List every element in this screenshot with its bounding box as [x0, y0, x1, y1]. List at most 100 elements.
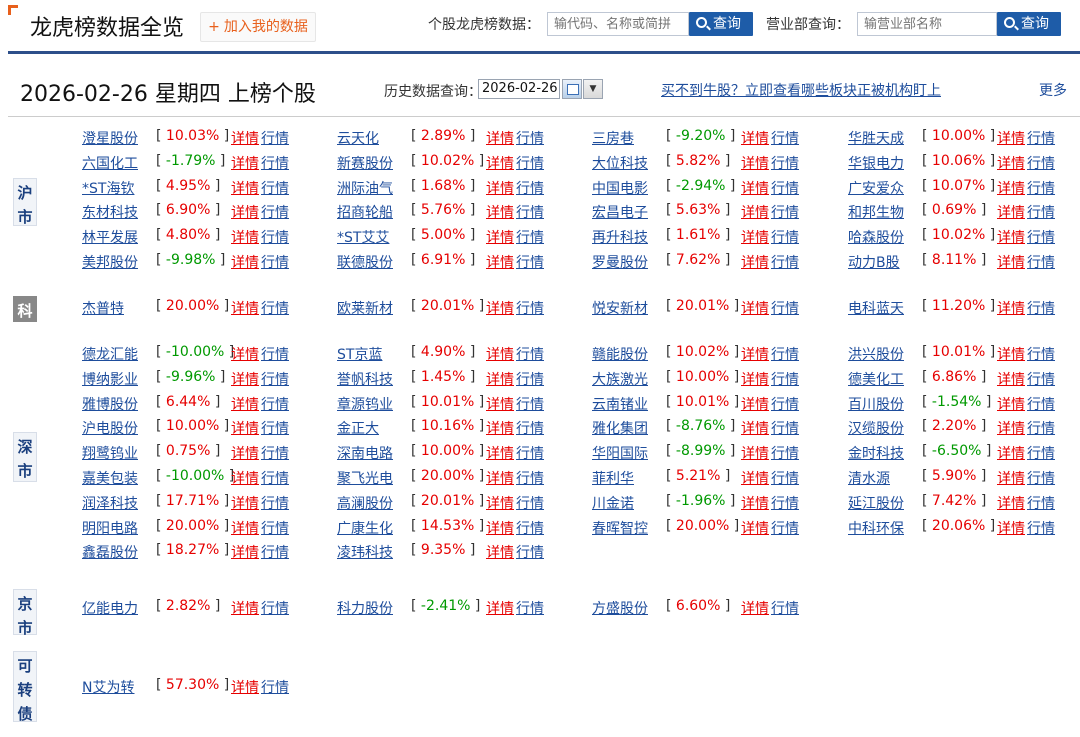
detail-link[interactable]: 详情: [486, 178, 514, 198]
detail-link[interactable]: 详情: [486, 443, 514, 463]
quote-link[interactable]: 行情: [771, 344, 799, 364]
quote-link[interactable]: 行情: [261, 677, 289, 697]
stock-name-link[interactable]: 深南电路: [337, 443, 393, 463]
detail-link[interactable]: 详情: [231, 518, 259, 538]
quote-link[interactable]: 行情: [771, 443, 799, 463]
detail-link[interactable]: 详情: [231, 153, 259, 173]
quote-link[interactable]: 行情: [771, 128, 799, 148]
quote-link[interactable]: 行情: [771, 468, 799, 488]
quote-link[interactable]: 行情: [261, 344, 289, 364]
detail-link[interactable]: 详情: [231, 418, 259, 438]
detail-link[interactable]: 详情: [741, 298, 769, 318]
stock-name-link[interactable]: 中科环保: [848, 518, 904, 538]
stock-name-link[interactable]: *ST海钦: [82, 178, 134, 198]
stock-name-link[interactable]: 方盛股份: [592, 598, 648, 618]
detail-link[interactable]: 详情: [231, 443, 259, 463]
stock-name-link[interactable]: 三房巷: [592, 128, 634, 148]
quote-link[interactable]: 行情: [516, 344, 544, 364]
stock-name-link[interactable]: 大族激光: [592, 369, 648, 389]
more-link[interactable]: 更多: [1039, 80, 1067, 100]
branch-query-button[interactable]: 查询: [997, 12, 1061, 36]
detail-link[interactable]: 详情: [486, 344, 514, 364]
quote-link[interactable]: 行情: [771, 202, 799, 222]
detail-link[interactable]: 详情: [486, 518, 514, 538]
stock-name-link[interactable]: 华阳国际: [592, 443, 648, 463]
detail-link[interactable]: 详情: [741, 418, 769, 438]
branch-search-input[interactable]: [857, 12, 997, 36]
stock-name-link[interactable]: 林平发展: [82, 227, 138, 247]
quote-link[interactable]: 行情: [516, 493, 544, 513]
detail-link[interactable]: 详情: [997, 252, 1025, 272]
chevron-down-icon[interactable]: ▼: [583, 79, 603, 99]
stock-name-link[interactable]: 杰普特: [82, 298, 124, 318]
stock-name-link[interactable]: ST京蓝: [337, 344, 382, 364]
stock-name-link[interactable]: 德龙汇能: [82, 344, 138, 364]
stock-name-link[interactable]: 中国电影: [592, 178, 648, 198]
detail-link[interactable]: 详情: [741, 468, 769, 488]
detail-link[interactable]: 详情: [231, 202, 259, 222]
history-date-input[interactable]: 2026-02-26: [478, 79, 560, 99]
stock-name-link[interactable]: 东材科技: [82, 202, 138, 222]
stock-name-link[interactable]: N艾为转: [82, 677, 134, 697]
quote-link[interactable]: 行情: [1027, 394, 1055, 414]
detail-link[interactable]: 详情: [486, 542, 514, 562]
stock-name-link[interactable]: 澄星股份: [82, 128, 138, 148]
stock-name-link[interactable]: 科力股份: [337, 598, 393, 618]
stock-name-link[interactable]: 罗曼股份: [592, 252, 648, 272]
quote-link[interactable]: 行情: [516, 394, 544, 414]
quote-link[interactable]: 行情: [516, 468, 544, 488]
quote-link[interactable]: 行情: [771, 227, 799, 247]
stock-name-link[interactable]: 鑫磊股份: [82, 542, 138, 562]
detail-link[interactable]: 详情: [231, 394, 259, 414]
detail-link[interactable]: 详情: [486, 468, 514, 488]
detail-link[interactable]: 详情: [741, 153, 769, 173]
quote-link[interactable]: 行情: [1027, 252, 1055, 272]
quote-link[interactable]: 行情: [516, 518, 544, 538]
detail-link[interactable]: 详情: [486, 369, 514, 389]
stock-name-link[interactable]: 嘉美包装: [82, 468, 138, 488]
detail-link[interactable]: 详情: [741, 443, 769, 463]
quote-link[interactable]: 行情: [516, 202, 544, 222]
stock-name-link[interactable]: 菲利华: [592, 468, 634, 488]
stock-name-link[interactable]: 华银电力: [848, 153, 904, 173]
detail-link[interactable]: 详情: [997, 418, 1025, 438]
stock-name-link[interactable]: 明阳电路: [82, 518, 138, 538]
quote-link[interactable]: 行情: [771, 493, 799, 513]
quote-link[interactable]: 行情: [1027, 202, 1055, 222]
quote-link[interactable]: 行情: [771, 252, 799, 272]
detail-link[interactable]: 详情: [997, 493, 1025, 513]
quote-link[interactable]: 行情: [516, 443, 544, 463]
quote-link[interactable]: 行情: [516, 298, 544, 318]
quote-link[interactable]: 行情: [261, 493, 289, 513]
stock-name-link[interactable]: 广安爱众: [848, 178, 904, 198]
quote-link[interactable]: 行情: [516, 178, 544, 198]
quote-link[interactable]: 行情: [1027, 178, 1055, 198]
detail-link[interactable]: 详情: [997, 394, 1025, 414]
detail-link[interactable]: 详情: [231, 542, 259, 562]
detail-link[interactable]: 详情: [997, 202, 1025, 222]
quote-link[interactable]: 行情: [261, 518, 289, 538]
stock-name-link[interactable]: 新赛股份: [337, 153, 393, 173]
stock-name-link[interactable]: 亿能电力: [82, 598, 138, 618]
stock-name-link[interactable]: 春晖智控: [592, 518, 648, 538]
stock-name-link[interactable]: 招商轮船: [337, 202, 393, 222]
stock-name-link[interactable]: 沪电股份: [82, 418, 138, 438]
quote-link[interactable]: 行情: [1027, 227, 1055, 247]
detail-link[interactable]: 详情: [486, 418, 514, 438]
detail-link[interactable]: 详情: [741, 202, 769, 222]
detail-link[interactable]: 详情: [997, 344, 1025, 364]
detail-link[interactable]: 详情: [997, 369, 1025, 389]
quote-link[interactable]: 行情: [261, 394, 289, 414]
quote-link[interactable]: 行情: [261, 153, 289, 173]
stock-name-link[interactable]: 德美化工: [848, 369, 904, 389]
stock-name-link[interactable]: 广康生化: [337, 518, 393, 538]
quote-link[interactable]: 行情: [516, 153, 544, 173]
quote-link[interactable]: 行情: [516, 227, 544, 247]
quote-link[interactable]: 行情: [1027, 344, 1055, 364]
stock-name-link[interactable]: 云天化: [337, 128, 379, 148]
detail-link[interactable]: 详情: [231, 677, 259, 697]
stock-name-link[interactable]: 云南锗业: [592, 394, 648, 414]
detail-link[interactable]: 详情: [486, 598, 514, 618]
stock-name-link[interactable]: 欧莱新材: [337, 298, 393, 318]
detail-link[interactable]: 详情: [741, 178, 769, 198]
